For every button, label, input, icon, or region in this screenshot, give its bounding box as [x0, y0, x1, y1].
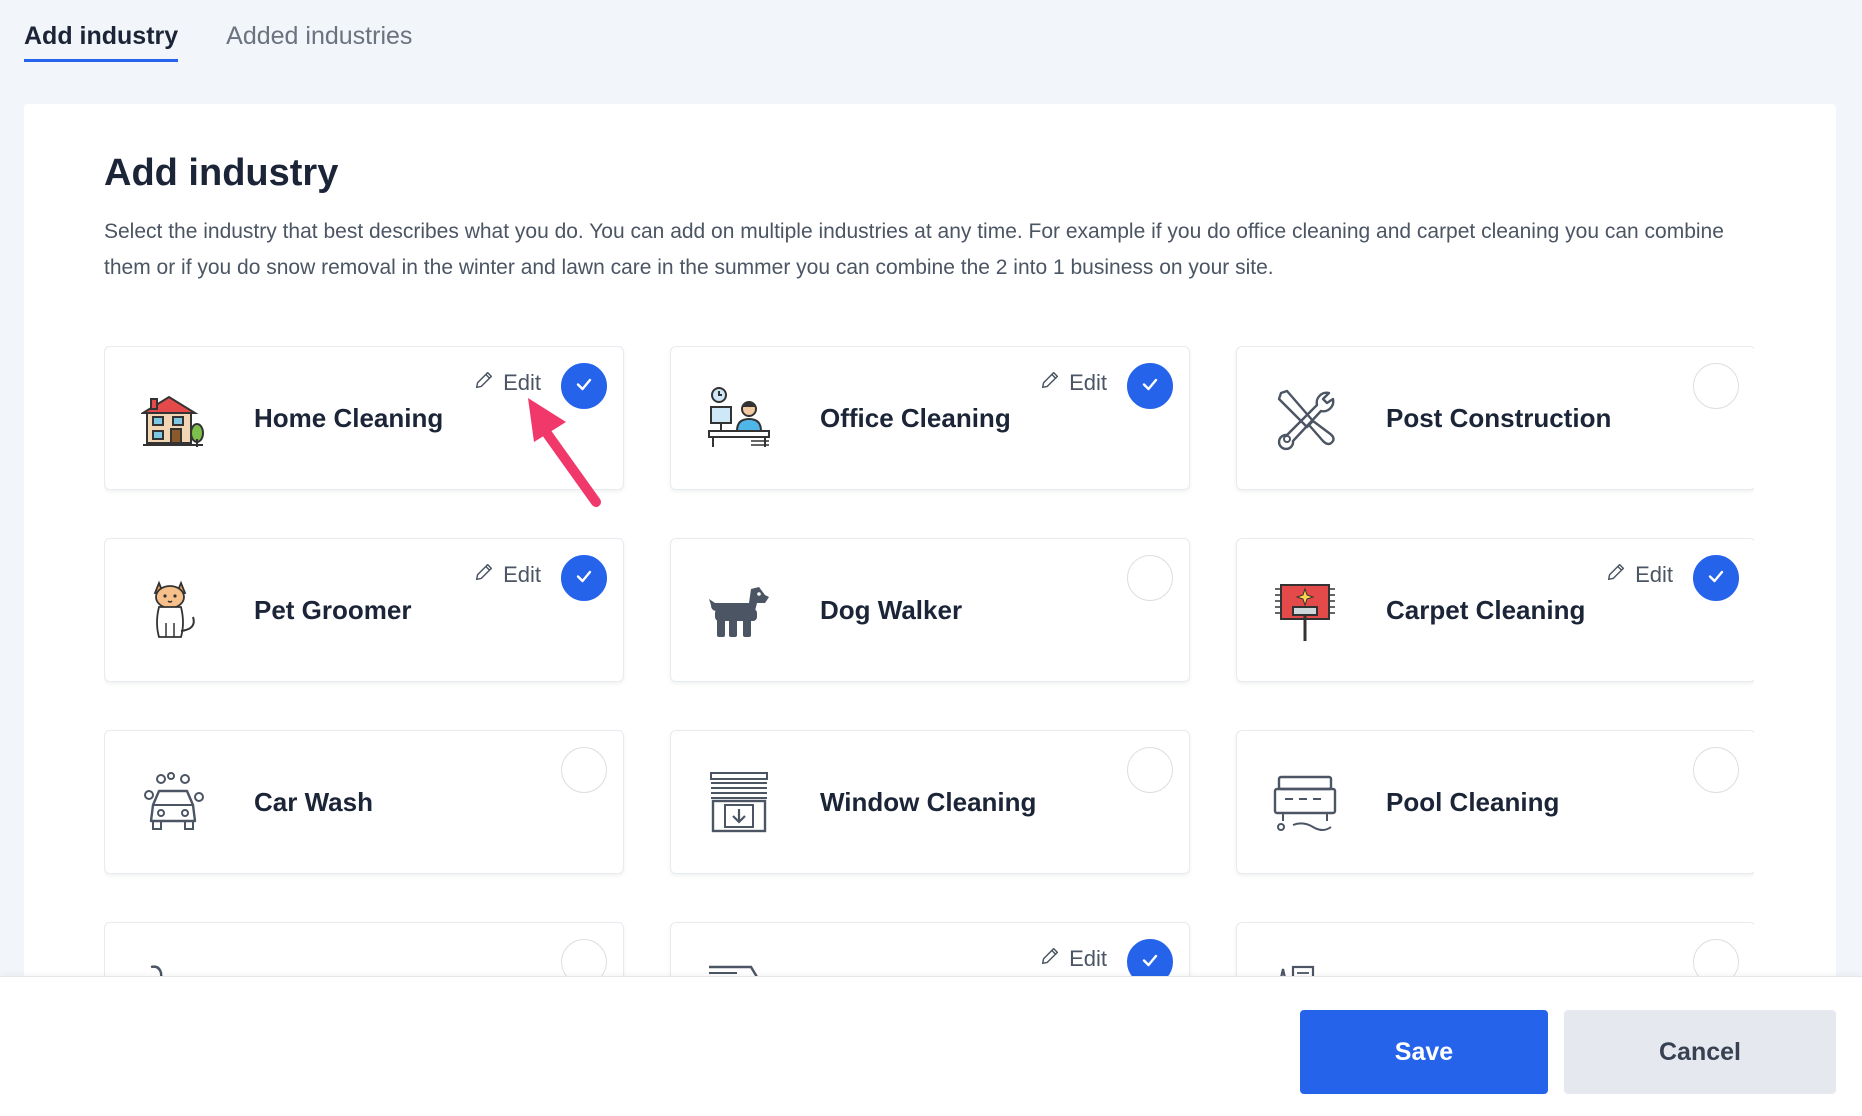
window-blinds-icon — [707, 771, 771, 835]
edit-label: Edit — [503, 370, 541, 395]
edit-button[interactable]: Edit — [1039, 945, 1107, 973]
tab-added-industries[interactable]: Added industries — [226, 22, 412, 62]
pool-icon — [1273, 771, 1337, 835]
industry-name: Window Cleaning — [820, 787, 1037, 817]
industry-card-pool-cleaning[interactable]: Pool Cleaning — [1236, 730, 1754, 874]
select-checkbox[interactable] — [561, 555, 607, 601]
industry-name: Dog Walker — [820, 595, 963, 625]
industry-name: Home Cleaning — [254, 403, 444, 433]
select-checkbox[interactable] — [1693, 747, 1739, 793]
pencil-icon — [1039, 369, 1061, 397]
house-icon — [139, 387, 205, 451]
edit-label: Edit — [1635, 562, 1673, 587]
edit-button[interactable]: Edit — [473, 369, 541, 397]
pencil-icon — [473, 561, 495, 589]
industry-name: Office Cleaning — [820, 403, 1011, 433]
select-checkbox[interactable] — [561, 939, 607, 978]
edit-label: Edit — [503, 562, 541, 587]
industry-card-car-wash[interactable]: Car Wash — [104, 730, 624, 874]
cat-icon — [141, 579, 205, 643]
select-checkbox[interactable] — [1693, 555, 1739, 601]
select-checkbox[interactable] — [1127, 747, 1173, 793]
checkmark-icon — [575, 375, 593, 398]
save-button[interactable]: Save — [1300, 1010, 1548, 1094]
select-checkbox[interactable] — [1693, 363, 1739, 409]
industry-card-post-construction[interactable]: Post Construction — [1236, 346, 1754, 490]
industry-name: Pool Cleaning — [1386, 787, 1560, 817]
industry-card-office-cleaning[interactable]: Office Cleaning Edit — [670, 346, 1190, 490]
checkmark-icon — [1707, 567, 1725, 590]
industry-name: Pet Groomer — [254, 595, 412, 625]
tab-bar: Add industry Added industries — [24, 22, 412, 62]
industry-name: Carpet Cleaning — [1386, 595, 1586, 625]
edit-button[interactable]: Edit — [1605, 561, 1673, 589]
page-title: Add industry — [104, 152, 339, 194]
select-checkbox[interactable] — [561, 363, 607, 409]
industry-card-home-cleaning[interactable]: Home Cleaning Edit — [104, 346, 624, 490]
car-wash-icon — [141, 771, 205, 835]
edit-label: Edit — [1069, 946, 1107, 971]
checkmark-icon — [575, 567, 593, 590]
select-checkbox[interactable] — [1127, 363, 1173, 409]
tab-add-industry[interactable]: Add industry — [24, 22, 179, 62]
industry-card-dog-walker[interactable]: Dog Walker — [670, 538, 1190, 682]
industry-card-window-cleaning[interactable]: Window Cleaning — [670, 730, 1190, 874]
industry-card[interactable]: Edit — [670, 922, 1190, 978]
dog-icon — [707, 579, 771, 643]
industry-card[interactable] — [104, 922, 624, 978]
office-worker-icon — [707, 387, 771, 451]
industry-card-pet-groomer[interactable]: Pet Groomer Edit — [104, 538, 624, 682]
industry-card-carpet-cleaning[interactable]: Carpet Cleaning Edit — [1236, 538, 1754, 682]
select-checkbox[interactable] — [561, 747, 607, 793]
checkmark-icon — [1141, 951, 1159, 974]
industry-name: Post Construction — [1386, 403, 1612, 433]
edit-label: Edit — [1069, 370, 1107, 395]
cancel-button[interactable]: Cancel — [1564, 1010, 1836, 1094]
select-checkbox[interactable] — [1693, 939, 1739, 978]
industry-card[interactable] — [1236, 922, 1754, 978]
checkmark-icon — [1141, 375, 1159, 398]
footer-bar: Save Cancel — [0, 976, 1862, 1116]
pencil-icon — [1039, 945, 1061, 973]
industry-name: Car Wash — [254, 787, 373, 817]
pencil-icon — [473, 369, 495, 397]
select-checkbox[interactable] — [1127, 939, 1173, 978]
wrench-screwdriver-icon — [1273, 387, 1337, 451]
carpet-vacuum-icon — [1273, 579, 1337, 643]
edit-button[interactable]: Edit — [1039, 369, 1107, 397]
page-description: Select the industry that best describes … — [104, 220, 1724, 279]
industry-grid: Home Cleaning Edit Office Cleaning Edit … — [104, 346, 1754, 978]
pencil-icon — [1605, 561, 1627, 589]
add-industry-panel: Add industry Select the industry that be… — [24, 104, 1836, 1116]
select-checkbox[interactable] — [1127, 555, 1173, 601]
edit-button[interactable]: Edit — [473, 561, 541, 589]
